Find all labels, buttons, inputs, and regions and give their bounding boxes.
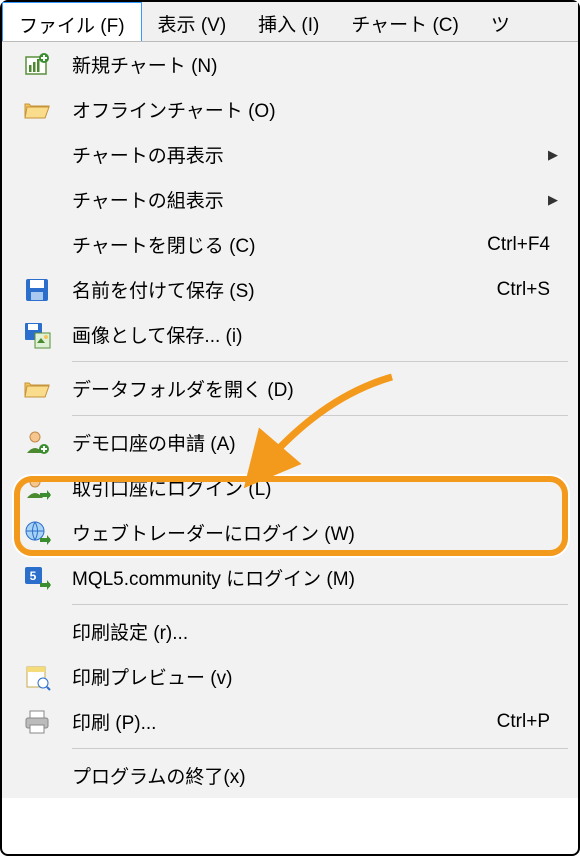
menuitem-label: 取引口座にログイン (L) xyxy=(72,474,560,501)
print-preview-icon xyxy=(2,663,72,691)
file-dropdown: 新規チャート (N) オフラインチャート (O) チャートの再表示 ▶ チャート… xyxy=(2,42,578,798)
menuitem-label: チャートを閉じる (C) xyxy=(72,231,487,258)
menubar: ファイル (F) 表示 (V) 挿入 (I) チャート (C) ツ xyxy=(2,2,578,42)
menuitem-label: チャートの再表示 xyxy=(72,141,560,168)
menuitem-save-as[interactable]: 名前を付けて保存 (S) Ctrl+S xyxy=(2,267,578,312)
menuitem-mql5-login[interactable]: 5 MQL5.community にログイン (M) xyxy=(2,555,578,600)
print-icon xyxy=(2,708,72,736)
menubar-more[interactable]: ツ xyxy=(475,2,526,41)
menubar-insert[interactable]: 挿入 (I) xyxy=(242,2,335,41)
menuitem-login-account[interactable]: 取引口座にログイン (L) xyxy=(2,465,578,510)
separator xyxy=(72,604,568,605)
submenu-arrow-icon: ▶ xyxy=(548,192,558,208)
menuitem-demo-account[interactable]: デモ口座の申請 (A) xyxy=(2,420,578,465)
shortcut-text: Ctrl+P xyxy=(497,711,560,733)
web-login-icon xyxy=(2,519,72,547)
menuitem-label: 名前を付けて保存 (S) xyxy=(72,276,497,303)
save-image-icon xyxy=(2,321,72,349)
menuitem-label: ウェブトレーダーにログイン (W) xyxy=(72,519,560,546)
menubar-chart[interactable]: チャート (C) xyxy=(335,2,474,41)
menuitem-label: 画像として保存... (i) xyxy=(72,321,560,348)
menuitem-print-preview[interactable]: 印刷プレビュー (v) xyxy=(2,654,578,699)
menuitem-reshow-chart[interactable]: チャートの再表示 ▶ xyxy=(2,132,578,177)
svg-text:5: 5 xyxy=(30,569,37,583)
menuitem-web-trader-login[interactable]: ウェブトレーダーにログイン (W) xyxy=(2,510,578,555)
user-login-icon xyxy=(2,474,72,502)
separator xyxy=(72,415,568,416)
menuitem-label: プログラムの終了(x) xyxy=(72,762,560,789)
menuitem-label: 新規チャート (N) xyxy=(72,51,560,78)
menubar-file[interactable]: ファイル (F) xyxy=(2,2,142,41)
menuitem-open-data-folder[interactable]: データフォルダを開く (D) xyxy=(2,366,578,411)
menubar-view[interactable]: 表示 (V) xyxy=(142,2,243,41)
menuitem-new-chart[interactable]: 新規チャート (N) xyxy=(2,42,578,87)
menuitem-label: 印刷設定 (r)... xyxy=(72,618,560,645)
menuitem-offline-chart[interactable]: オフラインチャート (O) xyxy=(2,87,578,132)
menuitem-print[interactable]: 印刷 (P)... Ctrl+P xyxy=(2,699,578,744)
separator xyxy=(72,748,568,749)
mql5-icon: 5 xyxy=(2,564,72,592)
menuitem-label: デモ口座の申請 (A) xyxy=(72,429,560,456)
menuitem-label: 印刷プレビュー (v) xyxy=(72,663,560,690)
open-folder-icon xyxy=(2,98,72,122)
menuitem-label: チャートの組表示 xyxy=(72,186,560,213)
open-folder-icon xyxy=(2,377,72,401)
new-chart-icon xyxy=(2,51,72,79)
separator xyxy=(72,361,568,362)
menuitem-label: データフォルダを開く (D) xyxy=(72,375,560,402)
user-add-icon xyxy=(2,429,72,457)
menuitem-print-setup[interactable]: 印刷設定 (r)... xyxy=(2,609,578,654)
save-icon xyxy=(2,277,72,303)
menuitem-save-image[interactable]: 画像として保存... (i) xyxy=(2,312,578,357)
menuitem-label: MQL5.community にログイン (M) xyxy=(72,564,560,591)
menuitem-label: オフラインチャート (O) xyxy=(72,96,560,123)
shortcut-text: Ctrl+F4 xyxy=(487,234,560,256)
shortcut-text: Ctrl+S xyxy=(497,279,560,301)
menuitem-close-chart[interactable]: チャートを閉じる (C) Ctrl+F4 xyxy=(2,222,578,267)
menuitem-label: 印刷 (P)... xyxy=(72,708,497,735)
menuitem-exit[interactable]: プログラムの終了(x) xyxy=(2,753,578,798)
menuitem-chart-group[interactable]: チャートの組表示 ▶ xyxy=(2,177,578,222)
submenu-arrow-icon: ▶ xyxy=(548,147,558,163)
